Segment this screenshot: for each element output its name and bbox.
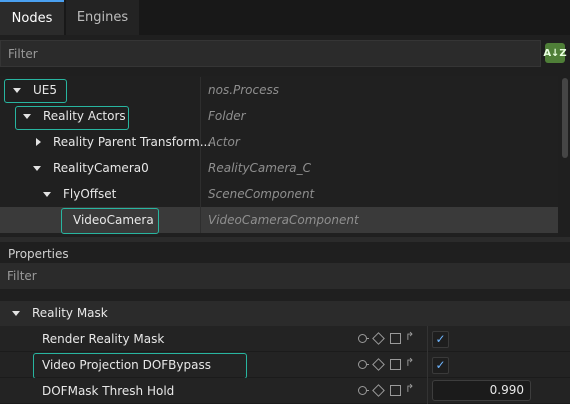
tree-row-realitycamera0[interactable]: RealityCamera0 RealityCamera_C: [0, 155, 558, 181]
property-row-video-projection-dofbypass: Video Projection DOFBypass ↱ ✓: [0, 352, 570, 379]
reset-arrow-icon[interactable]: ↱: [405, 382, 414, 396]
tree-label: RealityCamera0: [53, 161, 149, 175]
property-name: Video Projection DOFBypass: [42, 358, 211, 372]
properties-filter-placeholder: Filter: [7, 269, 37, 283]
chevron-down-icon[interactable]: [12, 311, 20, 316]
properties-filter-input[interactable]: Filter: [0, 263, 570, 289]
tree-row-reality-parent-transform[interactable]: Reality Parent Transform... Actor: [0, 129, 558, 155]
tree-row-reality-actors[interactable]: Reality Actors Folder: [0, 103, 558, 130]
expose-icon[interactable]: [390, 333, 401, 344]
sort-az-icon[interactable]: A↓Z: [543, 43, 567, 63]
tree-type: Folder: [208, 109, 246, 123]
chevron-down-icon[interactable]: [13, 88, 21, 93]
property-row-dofmask-thresh-hold: DOFMask Thresh Hold ↱ 0.990: [0, 378, 570, 404]
tree-row-flyoffset[interactable]: FlyOffset SceneComponent: [0, 181, 558, 207]
panel-separator[interactable]: [0, 237, 570, 242]
tree-label: Reality Actors: [43, 109, 126, 123]
tree-type: RealityCamera_C: [208, 161, 312, 175]
chevron-down-icon[interactable]: [33, 166, 41, 171]
tree-scrollbar-thumb[interactable]: [562, 78, 568, 158]
tree-type: VideoCameraComponent: [208, 213, 359, 227]
property-icons: ↱: [358, 382, 422, 397]
chevron-down-icon[interactable]: [43, 192, 51, 197]
property-row-render-reality-mask: Render Reality Mask ↱ ✓: [0, 326, 570, 352]
expose-icon[interactable]: [390, 359, 401, 370]
property-name: DOFMask Thresh Hold: [42, 384, 175, 398]
keyframe-icon[interactable]: [372, 332, 385, 345]
tree-type: SceneComponent: [208, 187, 315, 201]
nodes-filter-placeholder: Filter: [8, 46, 38, 61]
dofmask-thresh-hold-input[interactable]: 0.990: [432, 380, 531, 401]
keyframe-icon[interactable]: [372, 384, 385, 397]
property-name: Render Reality Mask: [42, 332, 165, 346]
tree-label: VideoCamera: [73, 213, 154, 227]
tree-type: Actor: [208, 135, 240, 149]
tab-engines[interactable]: Engines: [66, 0, 139, 35]
chevron-right-icon[interactable]: [36, 138, 41, 146]
tree-label: FlyOffset: [63, 187, 117, 201]
render-reality-mask-checkbox[interactable]: ✓: [432, 331, 449, 348]
property-icons: ↱: [358, 356, 422, 371]
chevron-down-icon[interactable]: [23, 114, 31, 119]
tree-type: nos.Process: [208, 83, 280, 97]
tab-nodes[interactable]: Nodes: [0, 0, 64, 35]
group-label: Reality Mask: [32, 306, 108, 320]
tree-row-ue5[interactable]: UE5 nos.Process: [0, 77, 558, 103]
property-icons: ↱: [358, 330, 422, 345]
properties-title: Properties: [8, 247, 69, 261]
keyframe-icon[interactable]: [372, 358, 385, 371]
nodes-filter-input[interactable]: Filter: [0, 40, 541, 67]
video-projection-dofbypass-checkbox[interactable]: ✓: [432, 357, 449, 374]
tree-label: UE5: [33, 83, 57, 97]
expose-icon[interactable]: [390, 385, 401, 396]
reset-arrow-icon[interactable]: ↱: [405, 356, 414, 370]
tree-row-videocamera[interactable]: VideoCamera VideoCameraComponent: [0, 207, 558, 234]
tree-label: Reality Parent Transform...: [53, 135, 212, 149]
reset-arrow-icon[interactable]: ↱: [405, 330, 414, 344]
property-group-reality-mask[interactable]: Reality Mask: [0, 301, 570, 326]
